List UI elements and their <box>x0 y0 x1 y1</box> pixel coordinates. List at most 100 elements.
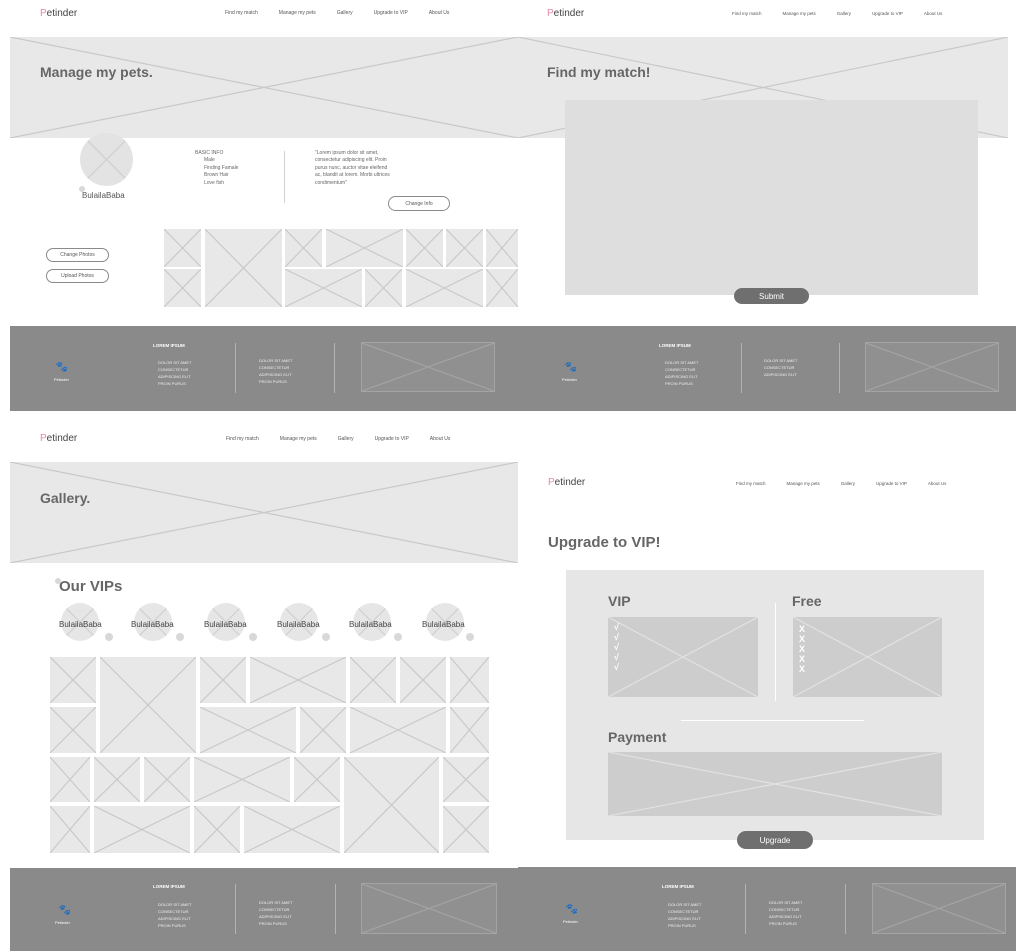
vip-plan-box[interactable] <box>608 617 758 697</box>
free-plan-box[interactable] <box>793 617 942 697</box>
footer-heading: LOREM IPSUM <box>153 884 185 889</box>
nav-upgrade-vip[interactable]: Upgrade to VIP <box>876 481 907 486</box>
change-photos-button[interactable]: Change Photos <box>46 248 109 262</box>
nav-find-match[interactable]: Find my match <box>732 11 762 16</box>
placeholder-cross-icon <box>94 806 190 853</box>
nav-manage-pets[interactable]: Manage my pets <box>280 436 317 442</box>
gallery-photo[interactable] <box>300 707 346 753</box>
footer: 🐾 Petinder LOREM IPSUM DOLOR SIT AMET CO… <box>518 326 1016 411</box>
gallery-photo[interactable] <box>194 757 290 802</box>
nav-about-us[interactable]: About Us <box>924 11 943 16</box>
nav-gallery[interactable]: Gallery <box>837 11 851 16</box>
submit-button[interactable]: Submit <box>734 288 809 304</box>
placeholder-cross-icon <box>350 707 446 753</box>
brand-logo[interactable]: Petinder <box>40 433 77 444</box>
gallery-photo[interactable] <box>250 657 346 703</box>
top-nav: Find my match Manage my pets Gallery Upg… <box>226 436 450 442</box>
nav-about-us[interactable]: About Us <box>928 481 947 486</box>
payment-box[interactable] <box>608 752 942 816</box>
photo-thumb[interactable] <box>446 229 483 267</box>
match-card[interactable] <box>565 100 978 295</box>
gallery-photo[interactable] <box>50 757 90 802</box>
brand-logo[interactable]: Petinder <box>548 477 585 488</box>
change-info-button[interactable]: Change Info <box>388 196 450 211</box>
hero-banner <box>10 462 518 563</box>
gallery-photo[interactable] <box>94 806 190 853</box>
photo-thumb[interactable] <box>205 229 282 307</box>
upload-photos-button[interactable]: Upload Photos <box>46 269 109 283</box>
nav-find-match[interactable]: Find my match <box>225 10 258 16</box>
gallery-photo[interactable] <box>350 657 396 703</box>
placeholder-cross-icon <box>344 757 439 853</box>
placeholder-cross-icon <box>94 757 140 802</box>
footer-divider <box>741 343 742 393</box>
photo-thumb[interactable] <box>365 269 402 307</box>
nav-find-match[interactable]: Find my match <box>226 436 259 442</box>
photo-thumb[interactable] <box>285 229 322 267</box>
page-title: Find my match! <box>547 64 651 80</box>
gallery-photo[interactable] <box>450 657 489 703</box>
footer-col-1: DOLOR SIT AMET CONSECTETUR ADIPISCING EL… <box>665 360 699 386</box>
vip-name: BulailaBaba <box>422 620 465 629</box>
placeholder-cross-icon <box>285 229 322 267</box>
footer-col-2: DOLOR SIT AMET CONSECTETUR ADIPISCING EL… <box>769 900 803 926</box>
gallery-photo[interactable] <box>144 757 190 802</box>
nav-manage-pets[interactable]: Manage my pets <box>787 481 820 486</box>
photo-thumb[interactable] <box>406 229 443 267</box>
photo-thumb[interactable] <box>406 269 483 307</box>
photo-thumb[interactable] <box>285 269 362 307</box>
gallery-photo[interactable] <box>450 707 489 753</box>
gallery-photo[interactable] <box>400 657 446 703</box>
placeholder-cross-icon <box>194 757 290 802</box>
gallery-photo[interactable] <box>94 757 140 802</box>
check-icon: √ <box>614 622 619 632</box>
placeholder-cross-icon <box>608 617 758 697</box>
footer-heading: LOREM IPSUM <box>662 884 694 889</box>
cross-icon: X <box>799 624 806 634</box>
photo-thumb[interactable] <box>486 269 518 307</box>
gallery-photo[interactable] <box>294 757 340 802</box>
nav-gallery[interactable]: Gallery <box>841 481 855 486</box>
gallery-photo[interactable] <box>50 806 90 853</box>
gallery-photo[interactable] <box>50 707 96 753</box>
gallery-photo[interactable] <box>194 806 240 853</box>
gallery-photo[interactable] <box>200 657 246 703</box>
nav-upgrade-vip[interactable]: Upgrade to VIP <box>375 436 409 442</box>
gallery-photo[interactable] <box>200 707 296 753</box>
gallery-photo[interactable] <box>244 806 340 853</box>
nav-about-us[interactable]: About Us <box>429 10 450 16</box>
payment-label: Payment <box>608 729 667 745</box>
brand-logo[interactable]: Petinder <box>40 8 77 19</box>
nav-gallery[interactable]: Gallery <box>337 10 353 16</box>
info-seeking: Finding Famale <box>204 164 239 171</box>
photo-thumb[interactable] <box>486 229 518 267</box>
nav-gallery[interactable]: Gallery <box>338 436 354 442</box>
placeholder-cross-icon <box>300 707 346 753</box>
footer-image <box>872 883 1006 934</box>
photo-thumb[interactable] <box>326 229 403 267</box>
photo-thumb[interactable] <box>164 229 201 267</box>
top-nav: Find my match Manage my pets Gallery Upg… <box>732 11 942 16</box>
gallery-photo[interactable] <box>443 757 489 802</box>
gallery-photo[interactable] <box>350 707 446 753</box>
footer-brand: Petinder <box>562 377 577 382</box>
info-hair: Brown Hair <box>204 172 229 179</box>
brand-logo[interactable]: Petinder <box>547 8 584 19</box>
nav-manage-pets[interactable]: Manage my pets <box>783 11 816 16</box>
upgrade-button[interactable]: Upgrade <box>737 831 813 849</box>
gallery-photo[interactable] <box>443 806 489 853</box>
gallery-photo[interactable] <box>50 657 96 703</box>
nav-upgrade-vip[interactable]: Upgrade to VIP <box>872 11 903 16</box>
photo-thumb[interactable] <box>164 269 201 307</box>
nav-find-match[interactable]: Find my match <box>736 481 766 486</box>
nav-upgrade-vip[interactable]: Upgrade to VIP <box>374 10 408 16</box>
gallery-photo[interactable] <box>344 757 439 853</box>
nav-about-us[interactable]: About Us <box>430 436 451 442</box>
manage-pets-page: Petinder Find my match Manage my pets Ga… <box>10 0 518 411</box>
gallery-photo[interactable] <box>100 657 196 753</box>
cross-icon: X <box>799 634 806 644</box>
footer-heading: LOREM IPSUM <box>153 343 185 348</box>
nav-manage-pets[interactable]: Manage my pets <box>279 10 316 16</box>
page-title: Gallery. <box>40 490 91 506</box>
footer-col-2: DOLOR SIT AMET CONSECTETUR ADIPISCING EL… <box>259 358 293 384</box>
